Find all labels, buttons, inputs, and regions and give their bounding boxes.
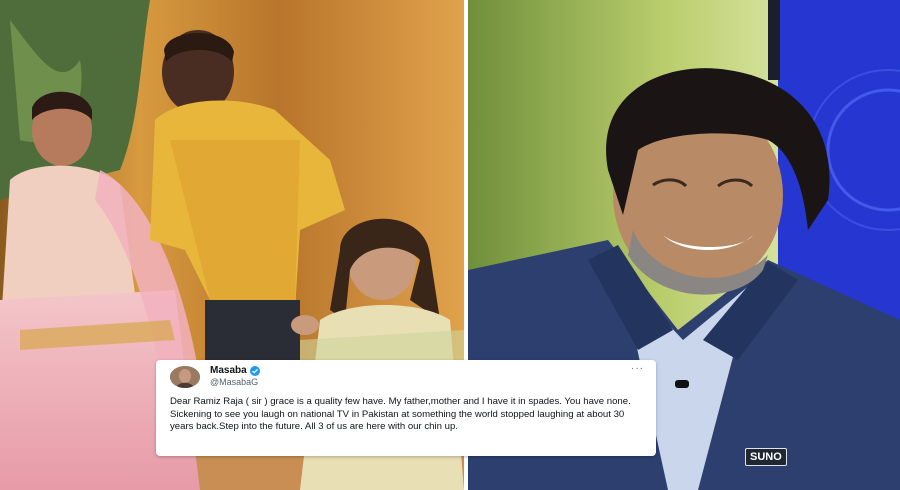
- verified-badge-icon: [249, 365, 260, 376]
- display-name[interactable]: Masaba: [210, 365, 247, 376]
- more-options-icon[interactable]: ···: [631, 363, 644, 374]
- tweet-text: Dear Ramiz Raja ( sir ) grace is a quali…: [170, 396, 631, 432]
- avatar[interactable]: [170, 366, 200, 388]
- tweet-handle[interactable]: @MasabaG: [210, 377, 258, 387]
- tweet-card: Masaba @MasabaG ··· Dear Ramiz Raja ( si…: [156, 360, 656, 456]
- jersey-logo: SUNO: [745, 448, 787, 466]
- tweet-author[interactable]: Masaba: [210, 365, 260, 376]
